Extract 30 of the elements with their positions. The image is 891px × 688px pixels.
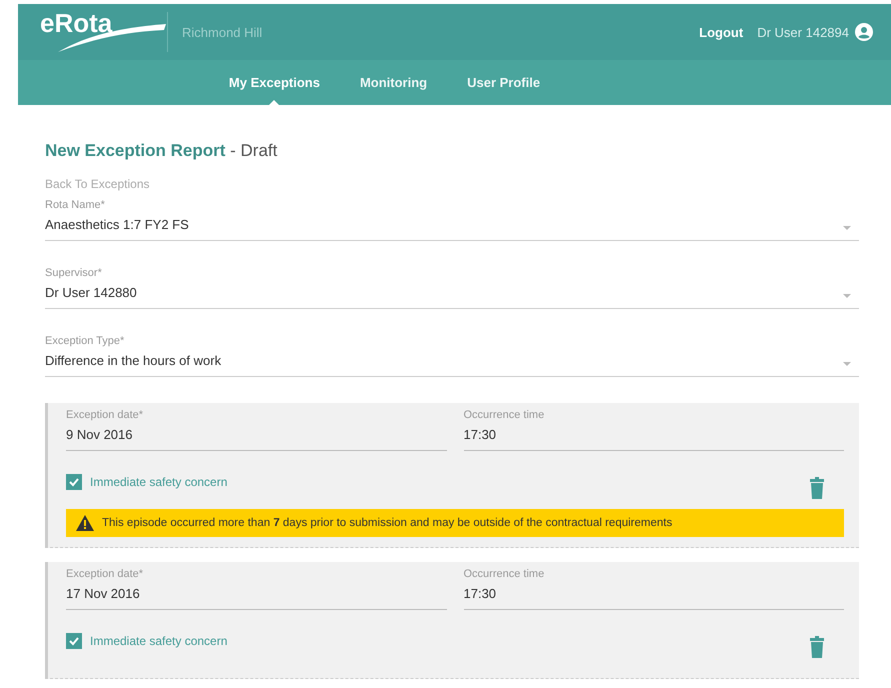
date-field[interactable]: Exception date* 9 Nov 2016 (66, 409, 446, 451)
logo-text[interactable]: eRota (40, 8, 112, 38)
page-title: New Exception Report - Draft (45, 141, 278, 161)
caret-icon (843, 362, 851, 366)
nav-tab[interactable]: Monitoring (360, 60, 428, 105)
checkbox-label[interactable]: Immediate safety concern (90, 634, 228, 648)
warning-text: This episode occurred more than 7 days prior to submission and may be outside of the contractual requirements (102, 517, 672, 529)
delete-icon[interactable] (810, 636, 824, 658)
nav-tab[interactable]: My Exceptions (228, 60, 320, 105)
user-avatar-icon[interactable] (855, 23, 873, 41)
time-field[interactable]: Occurrence time 17:30 (464, 568, 844, 610)
check-icon (68, 635, 80, 647)
back-link[interactable]: Back To Exceptions (45, 177, 859, 191)
nav-tab[interactable]: User Profile (467, 60, 540, 105)
user-name[interactable]: Dr User 142894 (757, 24, 849, 40)
check-icon (68, 476, 80, 488)
time-field[interactable]: Occurrence time 17:30 (464, 409, 844, 451)
warning-icon (76, 515, 94, 531)
checkbox[interactable] (66, 474, 82, 490)
select-field[interactable]: Exception Type* Difference in the hours of work (45, 335, 859, 377)
date-field[interactable]: Exception date* 17 Nov 2016 (66, 568, 446, 610)
site-name: Richmond Hill (182, 24, 262, 40)
caret-icon (843, 226, 851, 230)
checkbox-label[interactable]: Immediate safety concern (90, 475, 228, 489)
select-field[interactable]: Rota Name* Anaesthetics 1:7 FY2 FS (45, 199, 859, 241)
select-field[interactable]: Supervisor* Dr User 142880 (45, 267, 859, 309)
checkbox[interactable] (66, 633, 82, 649)
caret-icon (843, 294, 851, 298)
delete-icon[interactable] (810, 477, 824, 499)
logout-link[interactable]: Logout (699, 24, 744, 40)
